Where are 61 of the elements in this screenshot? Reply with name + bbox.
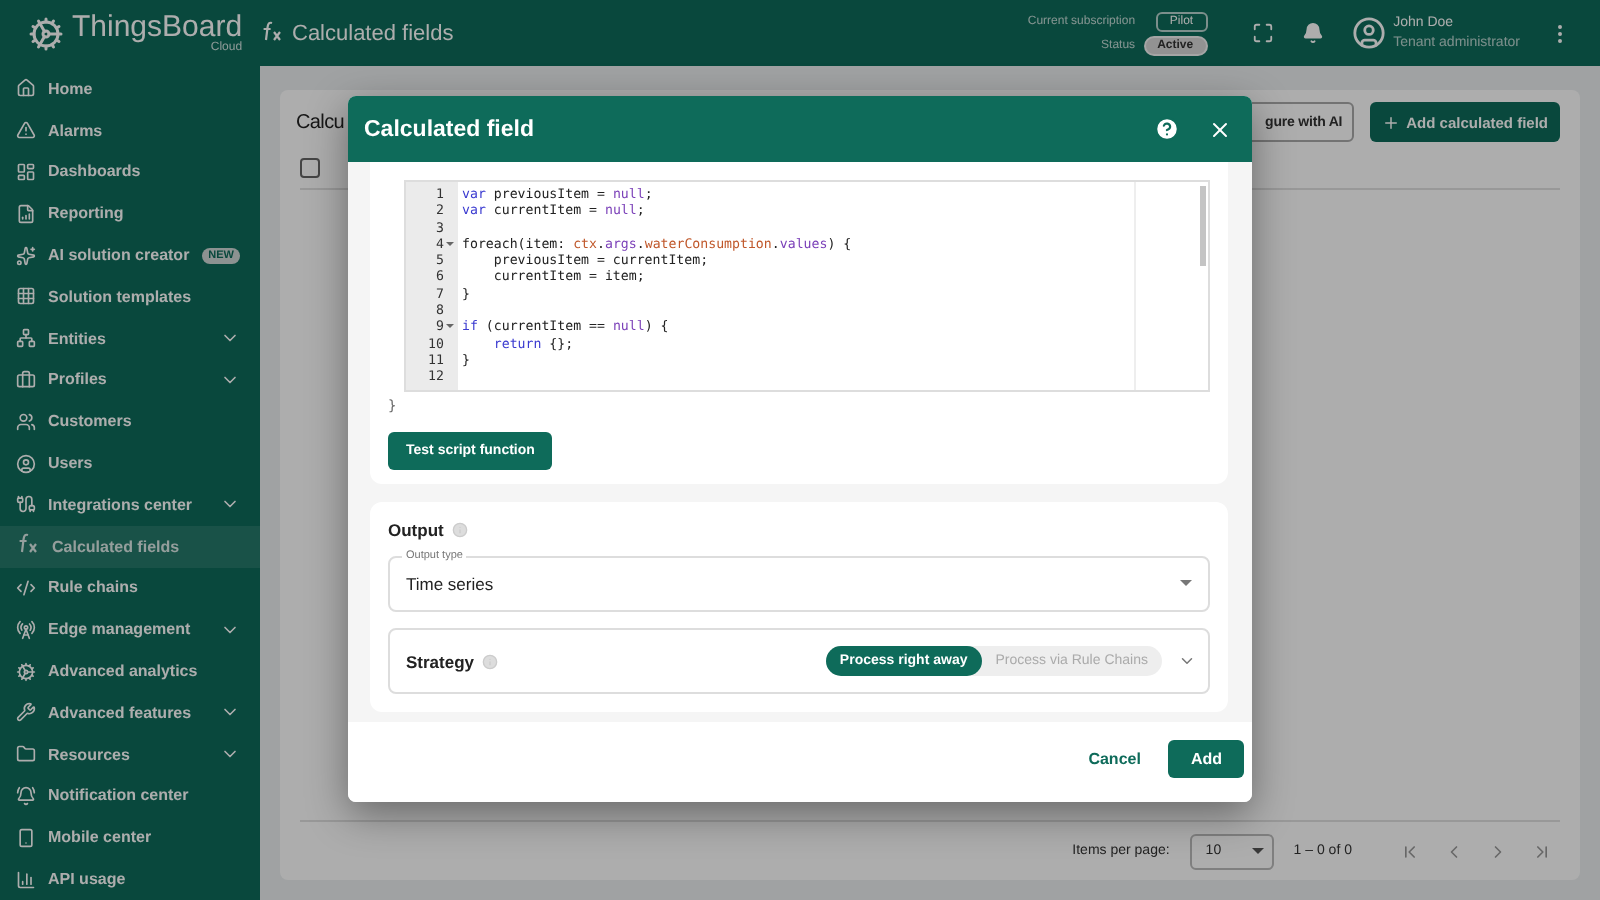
sidebar-item[interactable]: Notification center	[0, 775, 260, 817]
plus-icon	[1382, 113, 1401, 131]
strategy-label: Strategy	[406, 651, 475, 671]
people-icon	[16, 411, 36, 432]
sidebar-item[interactable]: Reporting	[0, 192, 260, 235]
gear-icon	[16, 661, 36, 682]
last-page-icon[interactable]	[1532, 841, 1552, 861]
sidebar-item[interactable]: Home	[0, 68, 260, 110]
logo-text: ThingsBoard	[72, 12, 243, 42]
checkbox[interactable]	[300, 157, 320, 177]
antenna-icon	[16, 619, 36, 640]
chart-icon	[16, 869, 36, 890]
dashboard-icon	[16, 161, 36, 182]
hierarchy-icon	[16, 328, 36, 349]
cancel-button[interactable]: Cancel	[1080, 741, 1149, 775]
help-icon[interactable]	[1154, 116, 1180, 142]
logo-icon	[28, 15, 64, 51]
sidebar-item[interactable]: Edge management	[0, 608, 260, 651]
grid-icon	[16, 286, 36, 307]
warning-icon	[16, 120, 36, 141]
page-title: Calculated fields	[292, 21, 454, 45]
home-icon	[16, 78, 36, 99]
briefcase-icon	[16, 369, 36, 390]
dialog-title: Calculated field	[364, 117, 536, 141]
folder-icon	[16, 744, 36, 765]
first-page-icon[interactable]	[1400, 841, 1420, 861]
sidebar-item[interactable]: Solution templates	[0, 275, 260, 318]
sidebar-item[interactable]: Alarms	[0, 109, 260, 152]
code-editor[interactable]	[404, 180, 1210, 392]
sidebar-item[interactable]: API usage	[0, 858, 260, 900]
dropdown-icon	[1251, 847, 1264, 855]
sidebar-item[interactable]: Advanced analytics	[0, 650, 260, 692]
code-icon	[16, 577, 36, 598]
dropdown-icon	[1180, 580, 1192, 588]
sidebar-item[interactable]: Customers	[0, 400, 260, 443]
cable-icon	[16, 494, 36, 515]
user-icon	[16, 453, 36, 474]
sidebar-item[interactable]: Entities	[0, 317, 260, 360]
notifications-icon[interactable]	[1301, 22, 1324, 44]
close-icon[interactable]	[1208, 117, 1232, 141]
fullscreen-icon[interactable]	[1251, 22, 1274, 44]
add-button[interactable]: Add	[1168, 739, 1244, 777]
report-icon	[16, 203, 36, 224]
chevron-down-icon[interactable]	[1178, 652, 1196, 670]
section-title: Output	[388, 520, 444, 540]
sidebar-item[interactable]: Resources	[0, 733, 260, 776]
sidebar-item[interactable]: Dashboards	[0, 151, 260, 193]
avatar-icon[interactable]	[1351, 16, 1386, 50]
sidebar-item[interactable]: Advanced features	[0, 691, 260, 734]
sidebar-item[interactable]: Integrations center	[0, 483, 260, 526]
bell-icon	[16, 785, 36, 806]
info-icon	[451, 522, 468, 538]
phone-icon	[16, 827, 36, 848]
card-title: Calcu	[296, 111, 345, 133]
sidebar-item[interactable]: Profiles	[0, 359, 260, 401]
sidebar-item[interactable]: Mobile center	[0, 816, 260, 859]
wrench-icon	[16, 702, 36, 723]
info-icon	[482, 653, 499, 669]
sidebar-item[interactable]: Users	[0, 442, 260, 484]
sidebar-item[interactable]: Rule chains	[0, 567, 260, 609]
sparkle-icon	[16, 245, 36, 266]
